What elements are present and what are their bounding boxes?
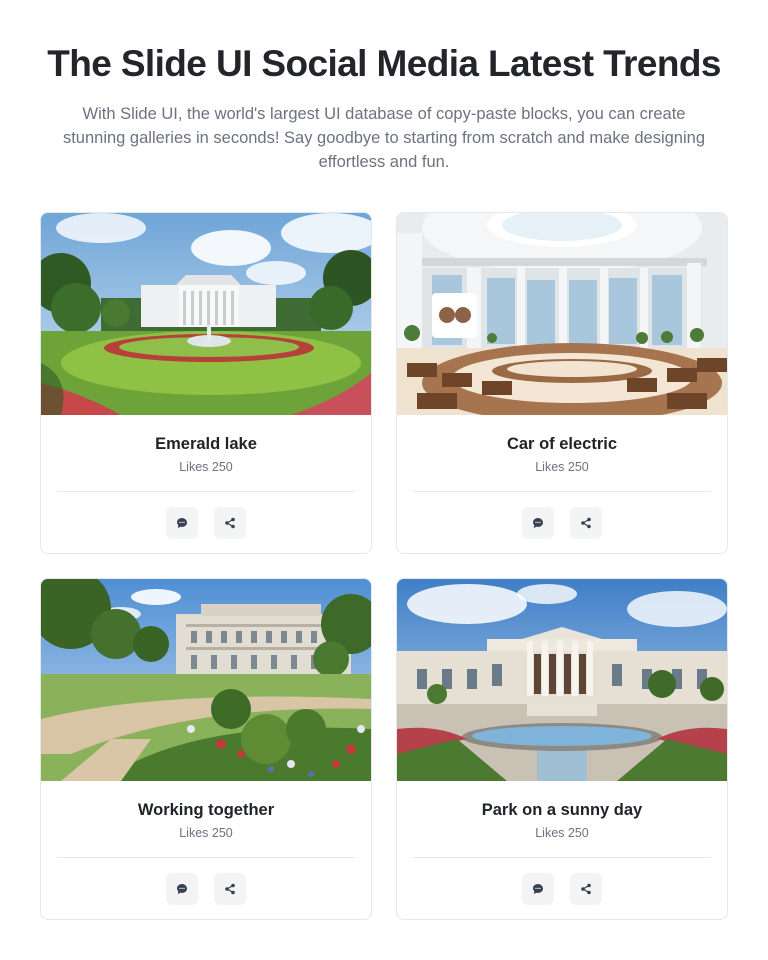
gallery-card: Park on a sunny day Likes 250 (396, 578, 728, 920)
card-likes: Likes 250 (535, 826, 589, 840)
card-image[interactable] (41, 213, 371, 415)
share-button[interactable] (214, 873, 246, 905)
card-title: Park on a sunny day (481, 801, 643, 819)
chat-bubble-icon (533, 884, 543, 894)
share-button[interactable] (570, 507, 602, 539)
gallery-grid: Emerald lake Likes 250 Car of electric L… (40, 212, 728, 920)
card-likes: Likes 250 (179, 460, 233, 474)
palace-garden-image (41, 579, 371, 781)
card-likes: Likes 250 (535, 460, 589, 474)
page-title: The Slide UI Social Media Latest Trends (47, 43, 721, 84)
round-hall-interior-image (397, 213, 727, 415)
comment-button[interactable] (522, 507, 554, 539)
comment-button[interactable] (166, 507, 198, 539)
share-icon (225, 517, 235, 529)
card-image[interactable] (397, 579, 727, 781)
card-actions (41, 507, 371, 539)
card-image[interactable] (41, 579, 371, 781)
card-divider (57, 491, 355, 492)
chat-bubble-icon (177, 884, 187, 894)
share-button[interactable] (214, 507, 246, 539)
share-icon (581, 517, 591, 529)
comment-button[interactable] (166, 873, 198, 905)
chat-bubble-icon (177, 518, 187, 528)
card-actions (41, 873, 371, 905)
gallery-card: Emerald lake Likes 250 (40, 212, 372, 554)
comment-button[interactable] (522, 873, 554, 905)
white-house-garden-image (41, 213, 371, 415)
card-divider (57, 857, 355, 858)
card-title: Emerald lake (155, 435, 257, 453)
page-header: The Slide UI Social Media Latest Trends … (0, 0, 768, 174)
chat-bubble-icon (533, 518, 543, 528)
card-title: Car of electric (506, 435, 618, 453)
page-subtitle: With Slide UI, the world's largest UI da… (62, 105, 706, 171)
share-button[interactable] (570, 873, 602, 905)
share-icon (581, 883, 591, 895)
card-image[interactable] (397, 213, 727, 415)
share-icon (225, 883, 235, 895)
card-likes: Likes 250 (179, 826, 233, 840)
card-divider (413, 857, 711, 858)
card-actions (397, 873, 727, 905)
card-title: Working together (137, 801, 275, 819)
card-actions (397, 507, 727, 539)
gallery-card: Car of electric Likes 250 (396, 212, 728, 554)
card-divider (413, 491, 711, 492)
gallery-card: Working together Likes 250 (40, 578, 372, 920)
columned-building-fountain-image (397, 579, 727, 781)
